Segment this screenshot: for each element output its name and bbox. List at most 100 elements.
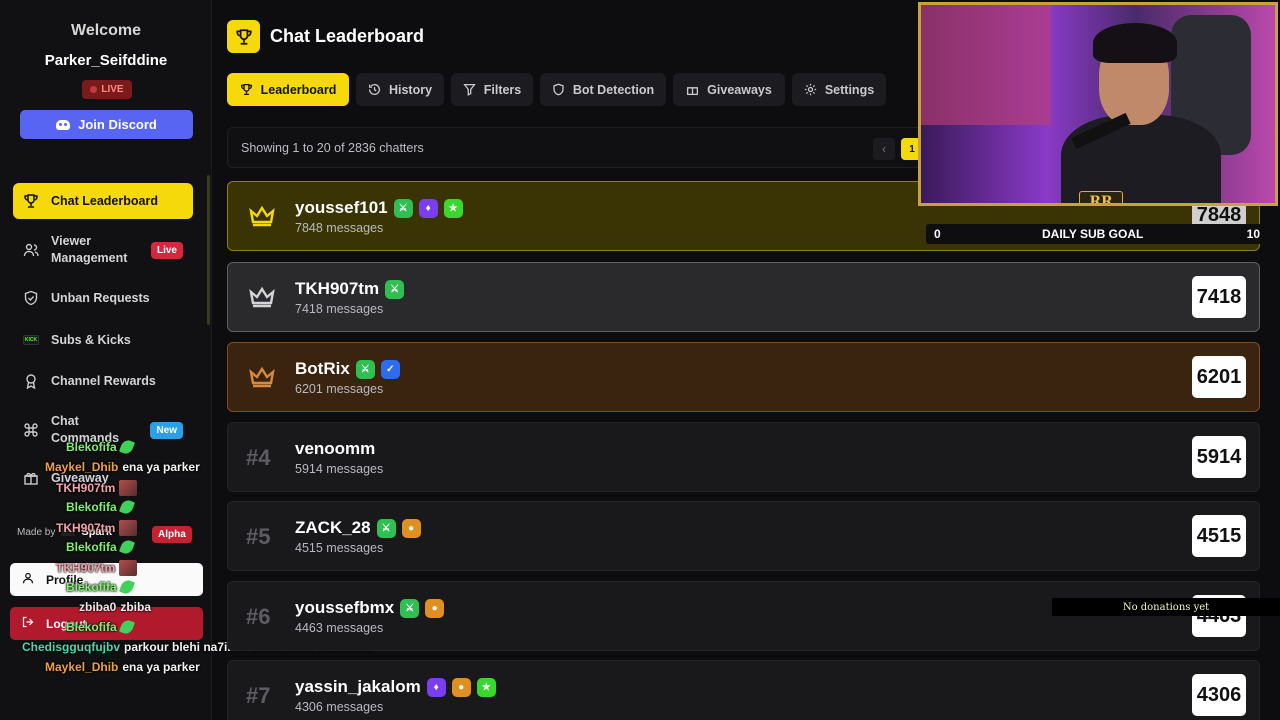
message-count: 7418 messages	[295, 302, 384, 316]
picture-emote-icon	[119, 520, 138, 536]
moderator-badge-icon: ⚔	[355, 359, 375, 379]
chatter-name[interactable]: ZACK_28	[295, 518, 371, 538]
message-count: 4515 messages	[295, 541, 384, 555]
tab-giveaways[interactable]: Giveaways	[673, 73, 785, 106]
sidebar-item-label: Subs & Kicks	[51, 333, 131, 347]
streamer-hair	[1093, 23, 1177, 63]
chat-text: ena ya parker	[122, 460, 200, 474]
subscriber-badge-icon: ●	[425, 598, 445, 618]
subscriber-badge-icon: ●	[451, 677, 471, 697]
tab-label: Giveaways	[707, 82, 772, 97]
chat-username: Blekofifa	[66, 500, 117, 514]
chatter-name[interactable]: BotRix	[295, 359, 350, 379]
sidebar-item-unban-requests[interactable]: Unban Requests	[13, 288, 193, 308]
moderator-badge-icon: ⚔	[400, 598, 420, 618]
picture-emote-icon	[119, 480, 138, 496]
chatter-name-group: venoomm	[295, 439, 375, 459]
leaf-emote-icon	[118, 538, 135, 556]
sidebar-item-chat-leaderboard[interactable]: Chat Leaderboard	[13, 183, 193, 219]
join-discord-button[interactable]: Join Discord	[20, 110, 193, 139]
discord-icon	[56, 119, 71, 130]
message-count: 6201 messages	[295, 382, 384, 396]
made-by-label: Made by	[17, 526, 56, 538]
chatter-name[interactable]: youssef101	[295, 198, 388, 218]
trophy-icon	[227, 20, 260, 53]
leaderboard-row[interactable]: BotRix ⚔ ✓ 6201 messages 6201	[227, 342, 1260, 412]
chatter-name-group: youssef101 ⚔ ♦ ★	[295, 198, 463, 218]
crown-icon	[249, 366, 275, 388]
chat-message: Blekofifa	[66, 438, 135, 456]
moderator-badge-icon: ⚔	[376, 518, 396, 538]
chatter-name-group: youssefbmx ⚔ ●	[295, 598, 445, 618]
rank-number: #4	[246, 445, 271, 470]
chat-username: TKH907tm	[56, 481, 116, 495]
tab-history[interactable]: History	[356, 73, 444, 106]
chat-username: Maykel_Dhib	[45, 460, 119, 474]
chat-message: Blekofifa	[66, 538, 135, 556]
chat-username: Maykel_Dhib	[45, 660, 119, 674]
score-box: 4306	[1192, 674, 1246, 716]
chat-message: Maykel_Dhib ena ya parker	[45, 660, 200, 674]
app-root: Welcome Parker_Seifddine LIVE Join Disco…	[0, 0, 1280, 720]
chat-username: TKH907tm	[56, 561, 116, 575]
tab-settings[interactable]: Settings	[792, 73, 886, 106]
score-box: 6201	[1192, 356, 1246, 398]
trophy-icon	[240, 83, 252, 96]
gift-icon	[687, 87, 699, 96]
vip-badge-icon: ♦	[418, 198, 438, 218]
stream-logo: RR	[1079, 191, 1123, 203]
chat-message: TKH907tm	[56, 480, 138, 496]
verified-badge-icon: ✓	[380, 359, 400, 379]
chatter-name[interactable]: TKH907tm	[295, 279, 379, 299]
leaf-emote-icon	[118, 578, 135, 596]
leaderboard-row[interactable]: #4 venoomm 5914 messages 5914	[227, 422, 1260, 492]
tab-bot-detection[interactable]: Bot Detection	[540, 73, 666, 106]
filter-icon	[463, 83, 476, 96]
chat-username: Blekofifa	[66, 440, 117, 454]
sidebar-item-label: Unban Requests	[51, 291, 150, 305]
sidebar-item-viewer-management[interactable]: Viewer Management Live	[13, 233, 193, 267]
webcam-wall	[921, 5, 1051, 125]
alpha-badge: Alpha	[152, 526, 192, 543]
pagination-prev-button[interactable]: ‹	[873, 138, 895, 160]
chatter-name[interactable]: venoomm	[295, 439, 375, 459]
award-icon	[23, 373, 39, 389]
sidebar-scrollbar[interactable]	[207, 175, 210, 325]
chat-text: ena ya parker	[122, 660, 200, 674]
live-dot-icon	[90, 86, 98, 93]
chatter-name-group: ZACK_28 ⚔ ●	[295, 518, 421, 538]
shield-icon	[23, 290, 39, 306]
message-count: 4463 messages	[295, 621, 384, 635]
message-count: 4306 messages	[295, 700, 384, 714]
leaf-emote-icon	[118, 438, 135, 456]
chat-text: zbiba	[120, 600, 152, 614]
tab-label: Settings	[824, 82, 875, 97]
leaderboard-row[interactable]: #6 youssefbmx⚔● 4463 messages 4463	[227, 581, 1260, 651]
leaderboard-row[interactable]: #7 yassin_jakalom ♦ ● ★ 4306 messages 4306	[227, 660, 1260, 720]
tab-label: History	[388, 82, 433, 97]
username: Parker_Seifddine	[44, 52, 168, 69]
vip-badge-icon: ♦	[426, 677, 446, 697]
tab-label: Leaderboard	[260, 82, 337, 97]
tab-filters[interactable]: Filters	[451, 73, 533, 106]
chat-username: Blekofifa	[66, 540, 117, 554]
gear-icon	[804, 83, 817, 96]
tab-leaderboard[interactable]: Leaderboard	[227, 73, 349, 106]
leaderboard-row[interactable]: #5 ZACK_28 ⚔ ● 4515 messages 4515	[227, 501, 1260, 571]
shield-icon	[553, 83, 564, 96]
chatter-name-group: yassin_jakalom ♦ ● ★	[295, 677, 496, 697]
chat-message: Blekofifa	[66, 498, 135, 516]
chatter-name[interactable]: youssefbmx	[295, 598, 394, 618]
live-status-badge: Live	[150, 241, 183, 259]
chat-message: zbiba0 zbiba	[79, 600, 151, 614]
history-icon	[368, 83, 380, 95]
sidebar-item-channel-rewards[interactable]: Channel Rewards	[13, 371, 193, 391]
leaderboard-row[interactable]: TKH907tm ⚔ 7418 messages 7418	[227, 262, 1260, 332]
sidebar-item-subs-kicks[interactable]: KICK Subs & Kicks	[13, 330, 193, 350]
new-badge: New	[150, 421, 183, 439]
sub-goal-end: 10	[1246, 227, 1260, 241]
chatter-name[interactable]: yassin_jakalom	[295, 677, 421, 697]
chat-message: Blekofifa	[66, 578, 135, 596]
leaf-emote-icon	[118, 498, 135, 516]
star-badge-icon: ★	[443, 198, 463, 218]
